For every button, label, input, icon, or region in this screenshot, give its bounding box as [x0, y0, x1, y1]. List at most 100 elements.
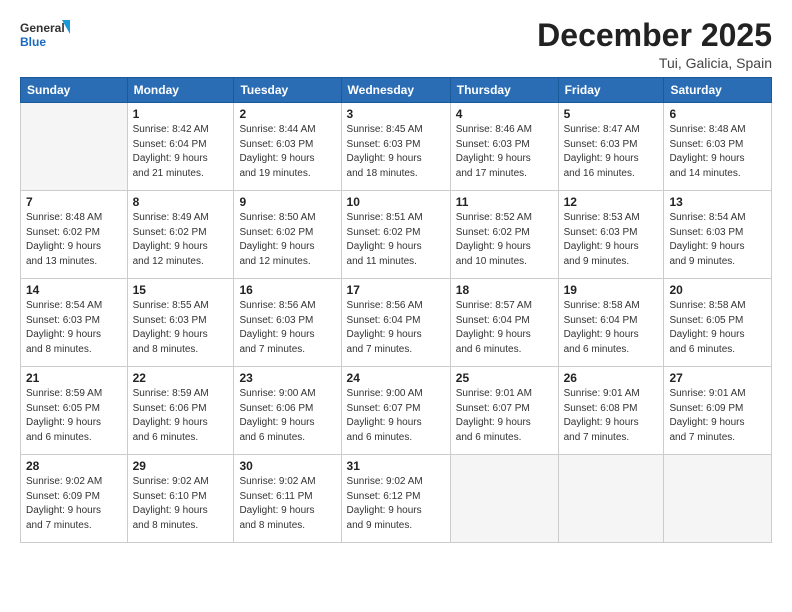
calendar-cell: 25Sunrise: 9:01 AMSunset: 6:07 PMDayligh… [450, 367, 558, 455]
day-number: 16 [239, 283, 335, 297]
svg-text:General: General [20, 21, 65, 35]
day-info: Sunrise: 8:56 AMSunset: 6:03 PMDaylight:… [239, 299, 335, 357]
day-info: Sunrise: 9:01 AMSunset: 6:09 PMDaylight:… [669, 387, 766, 445]
calendar-cell: 7Sunrise: 8:48 AMSunset: 6:02 PMDaylight… [21, 191, 128, 279]
logo-svg: General Blue [20, 18, 70, 54]
day-number: 21 [26, 371, 122, 385]
day-number: 30 [239, 459, 335, 473]
day-info: Sunrise: 8:56 AMSunset: 6:04 PMDaylight:… [347, 299, 445, 357]
day-number: 8 [133, 195, 229, 209]
day-number: 15 [133, 283, 229, 297]
day-number: 23 [239, 371, 335, 385]
calendar-cell: 24 Sunrise: 9:00 AMSunset: 6:07 PMDayligh… [341, 367, 450, 455]
month-title: December 2025 [537, 18, 772, 53]
day-info: Sunrise: 8:57 AMSunset: 6:04 PMDaylight:… [456, 299, 553, 357]
day-info: Sunrise: 8:53 AMSunset: 6:03 PMDaylight:… [564, 211, 659, 269]
day-number: 9 [239, 195, 335, 209]
location: Tui, Galicia, Spain [537, 55, 772, 71]
calendar-cell: 15 Sunrise: 8:55 AMSunset: 6:03 PMDayligh… [127, 279, 234, 367]
header-cell-thursday: Thursday [450, 78, 558, 103]
calendar-cell [558, 455, 664, 543]
calendar-cell: 3 Sunrise: 8:45 AMSunset: 6:03 PMDaylight… [341, 103, 450, 191]
calendar-cell [21, 103, 128, 191]
calendar-cell [450, 455, 558, 543]
calendar-cell: 23 Sunrise: 9:00 AMSunset: 6:06 PMDayligh… [234, 367, 341, 455]
calendar-week-1: 7Sunrise: 8:48 AMSunset: 6:02 PMDaylight… [21, 191, 772, 279]
day-info: Sunrise: 8:42 AMSunset: 6:04 PMDaylight:… [133, 123, 229, 181]
day-info: Sunrise: 9:00 AMSunset: 6:07 PMDaylight:… [347, 387, 445, 445]
calendar-cell: 16 Sunrise: 8:56 AMSunset: 6:03 PMDayligh… [234, 279, 341, 367]
day-info: Sunrise: 8:52 AMSunset: 6:02 PMDaylight:… [456, 211, 553, 269]
day-number: 17 [347, 283, 445, 297]
day-number: 25 [456, 371, 553, 385]
day-number: 31 [347, 459, 445, 473]
calendar-cell: 20Sunrise: 8:58 AMSunset: 6:05 PMDayligh… [664, 279, 772, 367]
day-info: Sunrise: 8:45 AMSunset: 6:03 PMDaylight:… [347, 123, 445, 181]
calendar-week-3: 21Sunrise: 8:59 AMSunset: 6:05 PMDayligh… [21, 367, 772, 455]
calendar-cell: 28Sunrise: 9:02 AMSunset: 6:09 PMDayligh… [21, 455, 128, 543]
day-number: 18 [456, 283, 553, 297]
day-number: 10 [347, 195, 445, 209]
calendar-cell: 13 Sunrise: 8:54 AMSunset: 6:03 PMDayligh… [664, 191, 772, 279]
calendar-cell [664, 455, 772, 543]
day-info: Sunrise: 8:50 AMSunset: 6:02 PMDaylight:… [239, 211, 335, 269]
header-cell-saturday: Saturday [664, 78, 772, 103]
calendar-cell: 1Sunrise: 8:42 AMSunset: 6:04 PMDaylight… [127, 103, 234, 191]
calendar-cell: 22 Sunrise: 8:59 AMSunset: 6:06 PMDayligh… [127, 367, 234, 455]
calendar-cell: 18 Sunrise: 8:57 AMSunset: 6:04 PMDayligh… [450, 279, 558, 367]
calendar-cell: 21Sunrise: 8:59 AMSunset: 6:05 PMDayligh… [21, 367, 128, 455]
day-number: 29 [133, 459, 229, 473]
day-number: 28 [26, 459, 122, 473]
header: General Blue December 2025 Tui, Galicia,… [20, 18, 772, 71]
day-number: 6 [669, 107, 766, 121]
day-info: Sunrise: 8:59 AMSunset: 6:06 PMDaylight:… [133, 387, 229, 445]
header-cell-sunday: Sunday [21, 78, 128, 103]
day-number: 26 [564, 371, 659, 385]
day-number: 27 [669, 371, 766, 385]
day-info: Sunrise: 8:51 AMSunset: 6:02 PMDaylight:… [347, 211, 445, 269]
calendar-cell: 31Sunrise: 9:02 AMSunset: 6:12 PMDayligh… [341, 455, 450, 543]
day-number: 13 [669, 195, 766, 209]
day-info: Sunrise: 8:44 AMSunset: 6:03 PMDaylight:… [239, 123, 335, 181]
calendar-cell: 9 Sunrise: 8:50 AMSunset: 6:02 PMDaylight… [234, 191, 341, 279]
day-info: Sunrise: 8:54 AMSunset: 6:03 PMDaylight:… [26, 299, 122, 357]
calendar-cell: 27 Sunrise: 9:01 AMSunset: 6:09 PMDayligh… [664, 367, 772, 455]
calendar-cell: 29Sunrise: 9:02 AMSunset: 6:10 PMDayligh… [127, 455, 234, 543]
day-number: 24 [347, 371, 445, 385]
day-info: Sunrise: 8:55 AMSunset: 6:03 PMDaylight:… [133, 299, 229, 357]
calendar-cell: 30 Sunrise: 9:02 AMSunset: 6:11 PMDayligh… [234, 455, 341, 543]
calendar-cell: 19Sunrise: 8:58 AMSunset: 6:04 PMDayligh… [558, 279, 664, 367]
header-cell-monday: Monday [127, 78, 234, 103]
calendar-table: SundayMondayTuesdayWednesdayThursdayFrid… [20, 77, 772, 543]
day-number: 12 [564, 195, 659, 209]
day-info: Sunrise: 8:58 AMSunset: 6:05 PMDaylight:… [669, 299, 766, 357]
calendar-cell: 6 Sunrise: 8:48 AMSunset: 6:03 PMDaylight… [664, 103, 772, 191]
calendar-cell: 12 Sunrise: 8:53 AMSunset: 6:03 PMDayligh… [558, 191, 664, 279]
calendar-cell: 17 Sunrise: 8:56 AMSunset: 6:04 PMDayligh… [341, 279, 450, 367]
calendar-header-row: SundayMondayTuesdayWednesdayThursdayFrid… [21, 78, 772, 103]
day-info: Sunrise: 8:48 AMSunset: 6:03 PMDaylight:… [669, 123, 766, 181]
day-number: 5 [564, 107, 659, 121]
calendar-cell: 11Sunrise: 8:52 AMSunset: 6:02 PMDayligh… [450, 191, 558, 279]
day-info: Sunrise: 9:02 AMSunset: 6:11 PMDaylight:… [239, 475, 335, 533]
logo: General Blue [20, 18, 70, 54]
day-info: Sunrise: 8:47 AMSunset: 6:03 PMDaylight:… [564, 123, 659, 181]
day-info: Sunrise: 9:00 AMSunset: 6:06 PMDaylight:… [239, 387, 335, 445]
header-cell-wednesday: Wednesday [341, 78, 450, 103]
calendar-cell: 26Sunrise: 9:01 AMSunset: 6:08 PMDayligh… [558, 367, 664, 455]
day-info: Sunrise: 8:54 AMSunset: 6:03 PMDaylight:… [669, 211, 766, 269]
day-number: 7 [26, 195, 122, 209]
day-number: 22 [133, 371, 229, 385]
day-info: Sunrise: 8:46 AMSunset: 6:03 PMDaylight:… [456, 123, 553, 181]
calendar-cell: 10 Sunrise: 8:51 AMSunset: 6:02 PMDayligh… [341, 191, 450, 279]
calendar-cell: 2 Sunrise: 8:44 AMSunset: 6:03 PMDaylight… [234, 103, 341, 191]
calendar-week-2: 14Sunrise: 8:54 AMSunset: 6:03 PMDayligh… [21, 279, 772, 367]
header-cell-friday: Friday [558, 78, 664, 103]
calendar-cell: 14Sunrise: 8:54 AMSunset: 6:03 PMDayligh… [21, 279, 128, 367]
calendar-cell: 5 Sunrise: 8:47 AMSunset: 6:03 PMDaylight… [558, 103, 664, 191]
day-number: 2 [239, 107, 335, 121]
calendar-cell: 8Sunrise: 8:49 AMSunset: 6:02 PMDaylight… [127, 191, 234, 279]
day-number: 19 [564, 283, 659, 297]
calendar-cell: 4Sunrise: 8:46 AMSunset: 6:03 PMDaylight… [450, 103, 558, 191]
day-number: 3 [347, 107, 445, 121]
